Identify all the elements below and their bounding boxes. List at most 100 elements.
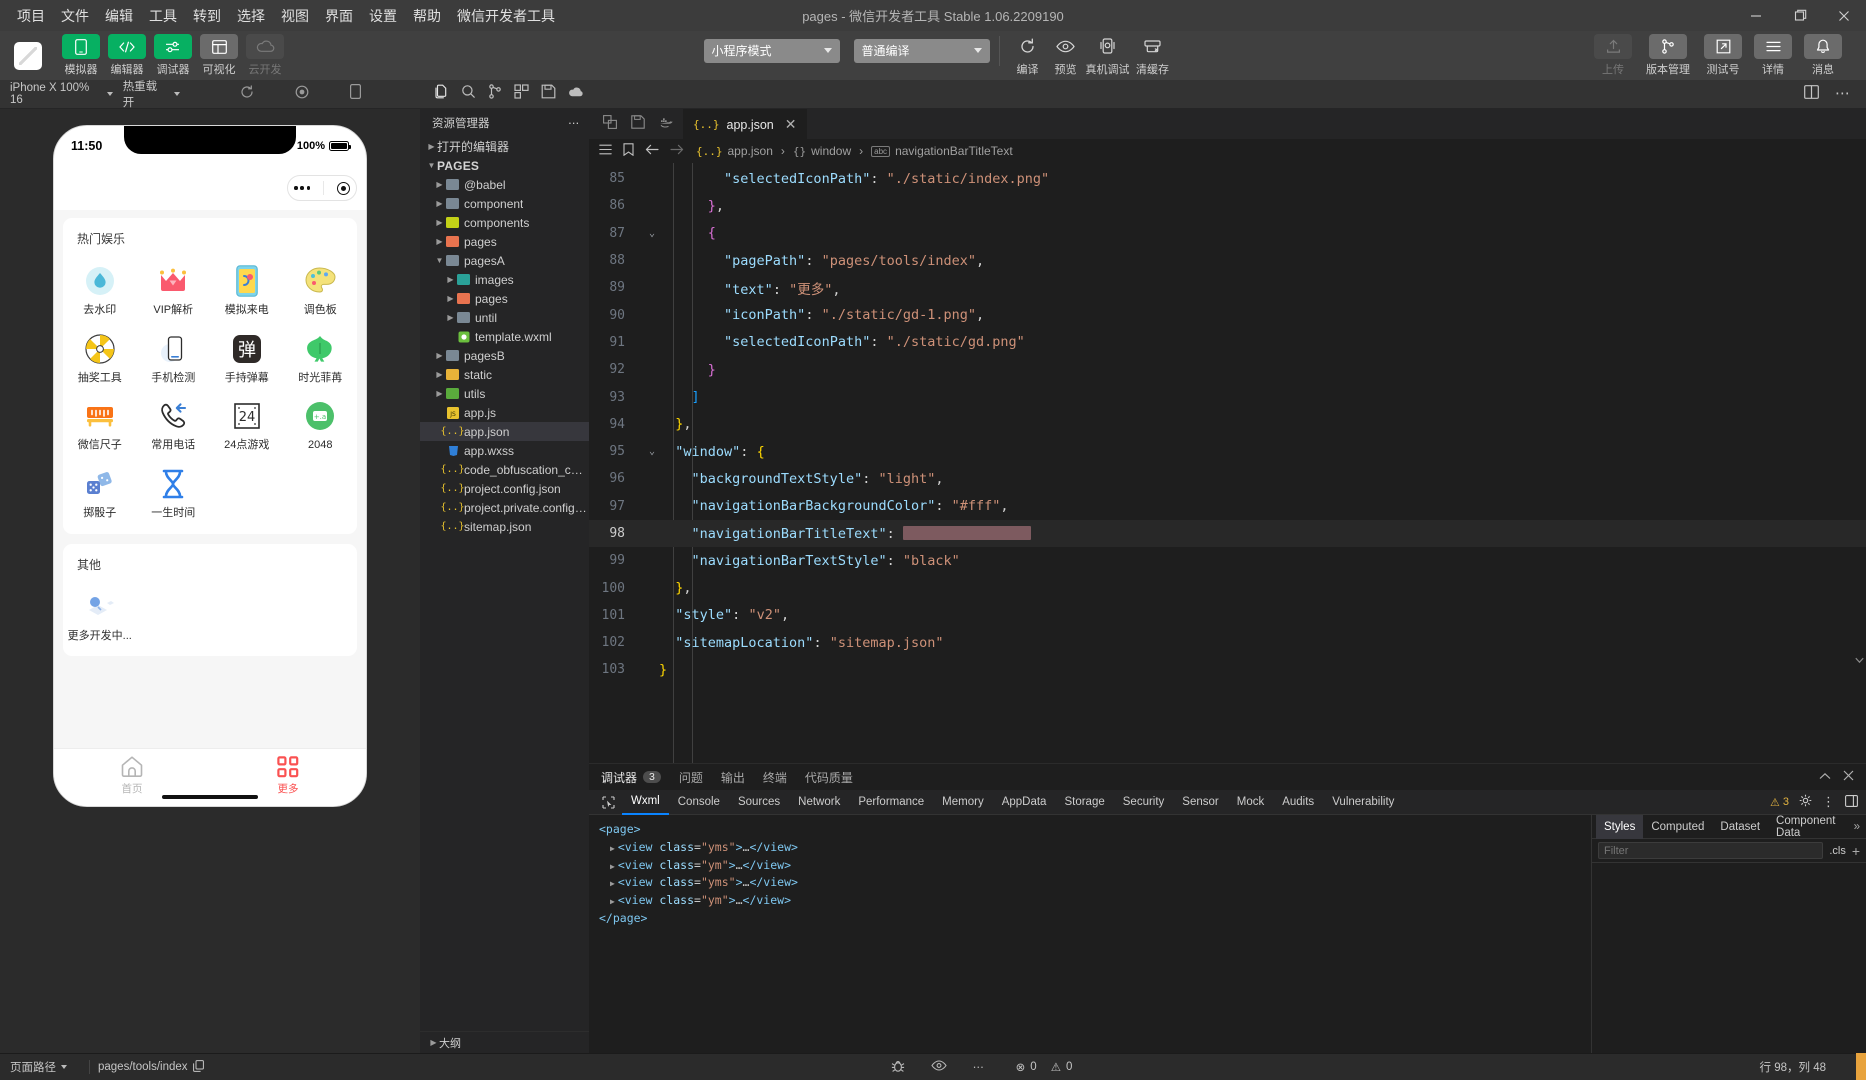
devtools-tab-security[interactable]: Security <box>1114 790 1174 815</box>
device-orientation-icon[interactable] <box>349 84 361 104</box>
menu-item-project[interactable]: 项目 <box>9 3 53 29</box>
warning-count-status[interactable]: ⚠ 0 <box>1051 1060 1073 1074</box>
error-count[interactable]: ⊗ 0 <box>1016 1060 1037 1074</box>
devtools-tab-performance[interactable]: Performance <box>849 790 933 815</box>
panel-tab-terminal[interactable]: 终端 <box>763 769 787 786</box>
warning-badge[interactable]: ⚠ 3 <box>1770 796 1789 809</box>
menu-item-tools[interactable]: 工具 <box>141 3 185 29</box>
grid-item-dice[interactable]: 掷骰子 <box>63 452 137 520</box>
code-line[interactable]: 103} <box>589 656 1866 683</box>
tree-row[interactable]: ▶ component <box>420 194 589 213</box>
code-line[interactable]: 101 "style": "v2", <box>589 602 1866 629</box>
extensions-icon[interactable] <box>514 84 529 104</box>
wxml-node[interactable]: ▶ <view class="ym">…</view> <box>599 892 1581 910</box>
devtools-tab-mock[interactable]: Mock <box>1228 790 1273 815</box>
page-path-value-group[interactable]: pages/tools/index <box>98 1059 204 1075</box>
tree-row[interactable]: {..} project.private.config.js... <box>420 498 589 517</box>
mode-select[interactable]: 小程序模式 <box>703 38 840 63</box>
grid-item-danmu[interactable]: 弹 手持弹幕 <box>210 317 284 385</box>
code-editor[interactable]: 85 "selectedIconPath": "./static/index.p… <box>589 163 1866 763</box>
devtools-tab-sensor[interactable]: Sensor <box>1173 790 1227 815</box>
tree-open-editors[interactable]: ▶ 打开的编辑器 <box>420 137 589 156</box>
docker-icon[interactable] <box>659 115 674 133</box>
save-icon[interactable] <box>631 114 645 134</box>
breadcrumb-window[interactable]: window <box>811 144 851 158</box>
capsule-button[interactable] <box>287 175 357 201</box>
grid-item-watermark[interactable]: 去水印 <box>63 249 137 317</box>
bug-icon[interactable] <box>891 1059 905 1076</box>
target-icon[interactable] <box>336 181 350 195</box>
kebab-icon[interactable]: ⋮ <box>1822 795 1835 808</box>
dock-icon[interactable] <box>1845 794 1858 810</box>
grid-item-fake-call[interactable]: 模拟来电 <box>210 249 284 317</box>
real-device-debug-button[interactable]: 真机调试 <box>1085 34 1131 77</box>
code-line[interactable]: 100 }, <box>589 574 1866 601</box>
grid-item-dev[interactable]: 更多开发中... <box>63 575 137 643</box>
code-line[interactable]: 97 "navigationBarBackgroundColor": "#fff… <box>589 493 1866 520</box>
tree-row[interactable]: app.wxss <box>420 441 589 460</box>
wxml-node[interactable]: ▶ <view class="ym">…</view> <box>599 857 1581 875</box>
cursor-position[interactable]: 行 98，列 48 <box>1760 1059 1826 1075</box>
wxml-node[interactable]: <page> <box>599 821 1581 839</box>
devtools-tab-appdata[interactable]: AppData <box>993 790 1056 815</box>
tree-root-pages[interactable]: ▼ PAGES <box>420 156 589 175</box>
code-line[interactable]: 96 "backgroundTextStyle": "light", <box>589 465 1866 492</box>
fold-toggle-icon[interactable]: ⌄ <box>645 228 659 239</box>
tree-row[interactable]: ▶ pages <box>420 232 589 251</box>
tree-row[interactable]: ▶ pages <box>420 289 589 308</box>
grid-item-palette[interactable]: 调色板 <box>284 249 358 317</box>
details-button[interactable]: 详情 <box>1752 34 1794 77</box>
more-dots-icon[interactable] <box>294 186 311 190</box>
inspect-icon[interactable] <box>595 790 622 815</box>
tree-row[interactable]: ▶ until <box>420 308 589 327</box>
cls-button[interactable]: .cls <box>1829 845 1846 857</box>
forward-icon[interactable] <box>670 144 684 158</box>
tree-row[interactable]: ▶ utils <box>420 384 589 403</box>
devtools-tab-vulnerability[interactable]: Vulnerability <box>1323 790 1403 815</box>
explorer-outline-section[interactable]: ▶ 大纲 <box>420 1031 589 1053</box>
menu-item-edit[interactable]: 编辑 <box>97 3 141 29</box>
close-icon[interactable]: ✕ <box>785 116 797 133</box>
clear-cache-button[interactable]: 清缓存 <box>1131 34 1175 77</box>
code-line[interactable]: 85 "selectedIconPath": "./static/index.p… <box>589 165 1866 192</box>
menu-item-interface[interactable]: 界面 <box>317 3 361 29</box>
tree-row[interactable]: ▶ images <box>420 270 589 289</box>
version-management-button[interactable]: 版本管理 <box>1642 34 1694 77</box>
panel-tab-debugger[interactable]: 调试器 <box>601 769 637 786</box>
tree-row[interactable]: {..} sitemap.json <box>420 517 589 536</box>
styles-tab-component-data[interactable]: Component Data <box>1768 815 1854 839</box>
menu-item-file[interactable]: 文件 <box>53 3 97 29</box>
messages-button[interactable]: 消息 <box>1802 34 1844 77</box>
tree-row[interactable]: ▶ pagesB <box>420 346 589 365</box>
hot-reload-selector[interactable]: 热重载 开 <box>123 78 180 110</box>
code-line[interactable]: 87 ⌄ { <box>589 220 1866 247</box>
grid-item-2048[interactable]: +.a 2048 <box>284 384 358 452</box>
device-selector[interactable]: iPhone X 100% 16 <box>10 82 113 106</box>
styles-tab-styles[interactable]: Styles <box>1596 814 1644 839</box>
grid-item-leaf[interactable]: 时光菲苒 <box>284 317 358 385</box>
bookmark-icon[interactable] <box>623 143 634 159</box>
tree-row[interactable]: template.wxml <box>420 327 589 346</box>
code-line[interactable]: 102 "sitemapLocation": "sitemap.json" <box>589 629 1866 656</box>
menu-item-select[interactable]: 选择 <box>229 3 273 29</box>
grid-item-phone-check[interactable]: 手机检测 <box>137 317 211 385</box>
wxml-tree[interactable]: <page> ▶ <view class="yms">…</view> ▶ <view … <box>589 815 1591 1053</box>
tree-row-app-json[interactable]: {..} app.json <box>420 422 589 441</box>
fold-toggle-icon[interactable]: ⌄ <box>645 446 659 457</box>
grid-item-24game[interactable]: 24 24点游戏 <box>210 384 284 452</box>
code-line[interactable]: 95 ⌄ "window": { <box>589 438 1866 465</box>
compile-select[interactable]: 普通编译 <box>853 38 990 63</box>
tree-row[interactable]: JS app.js <box>420 403 589 422</box>
tree-row[interactable]: ▶ static <box>420 365 589 384</box>
editor-tab-app-json[interactable]: {..} app.json ✕ <box>683 109 807 139</box>
chevron-right-icon[interactable]: ▶ <box>610 879 615 888</box>
chevron-right-icon[interactable]: » <box>1854 821 1866 833</box>
cloud-dev-icon[interactable] <box>568 85 584 103</box>
breadcrumb-file[interactable]: app.json <box>728 144 773 158</box>
back-icon[interactable] <box>645 144 659 158</box>
devtools-tab-storage[interactable]: Storage <box>1055 790 1113 815</box>
devtools-tab-memory[interactable]: Memory <box>933 790 993 815</box>
toolbar-editor-button[interactable]: 编辑器 <box>106 34 148 77</box>
eye-icon[interactable] <box>930 1060 947 1074</box>
preview-button[interactable]: 预览 <box>1047 34 1085 77</box>
